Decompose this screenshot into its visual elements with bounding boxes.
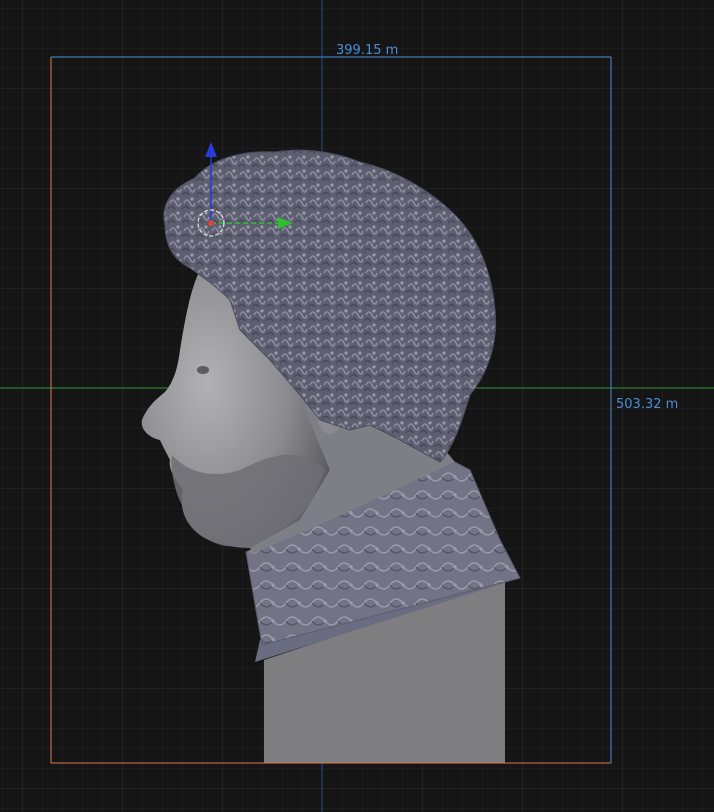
viewport-canvas[interactable] [0,0,714,812]
origin-point-icon[interactable] [208,220,214,226]
bust-eye [197,366,209,374]
bounds-width-label: 399.15 m [336,43,399,58]
bounds-height-label: 503.32 m [616,397,679,412]
3d-viewport[interactable]: 399.15 m 503.32 m [0,0,714,812]
